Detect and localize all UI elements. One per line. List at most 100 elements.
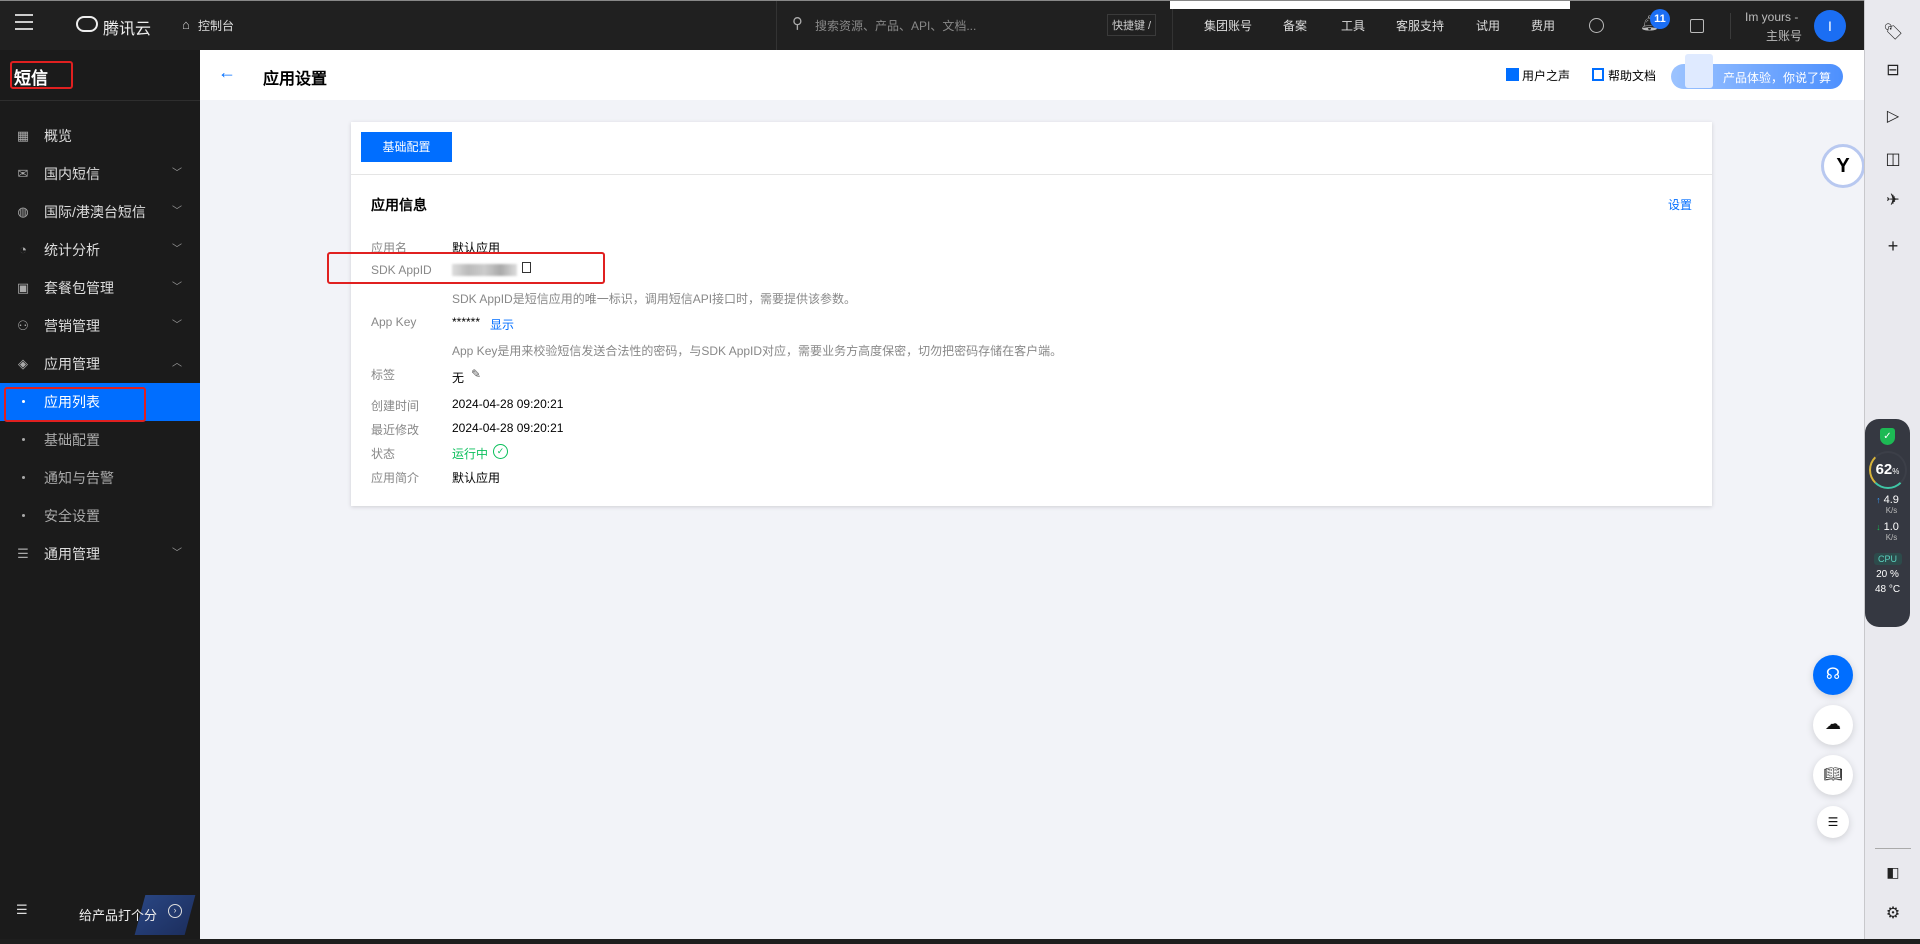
toolbox-icon[interactable]: ⊟: [1883, 60, 1903, 80]
back-arrow-icon[interactable]: ←: [218, 62, 236, 83]
sidebar-item-statistics[interactable]: ◔ 统计分析 ﹀: [0, 231, 200, 269]
globe-icon: ◍: [17, 204, 29, 219]
arrow-right-circle-icon[interactable]: ›: [168, 904, 182, 918]
highlight-box: [4, 387, 146, 422]
assistant-logo-icon[interactable]: Y: [1821, 144, 1865, 188]
created-label: 创建时间: [371, 399, 420, 413]
section-title: 应用信息: [371, 197, 427, 213]
console-link[interactable]: 控制台: [198, 17, 234, 34]
avatar[interactable]: I: [1814, 10, 1846, 42]
modified-label: 最近修改: [371, 423, 420, 437]
chevron-down-icon: ﹀: [172, 282, 182, 293]
sidebar-item-international-sms[interactable]: ◍ 国际/港澳台短信 ﹀: [0, 193, 200, 231]
page-title: 应用设置: [263, 71, 328, 88]
send-icon[interactable]: ✈: [1883, 190, 1903, 210]
highlight-box: [327, 252, 605, 284]
app-key-label: App Key: [371, 315, 417, 329]
link-icon[interactable]: [1589, 18, 1604, 33]
promo-button[interactable]: 产品体验，你说了算: [1671, 54, 1843, 89]
tag-label: 标签: [371, 368, 396, 382]
chevron-up-icon: ︿: [172, 358, 182, 369]
notification-badge: 11: [1650, 9, 1670, 29]
app-settings-card: 基础配置 应用信息 设置 应用名 默认应用 SDK AppID SDK AppI…: [327, 122, 1712, 506]
sidebar-subitem-notifications[interactable]: 通知与告警: [0, 459, 200, 497]
nav-filing[interactable]: 备案: [1283, 17, 1307, 34]
sidebar-item-app-management[interactable]: ◈ 应用管理 ︿: [0, 345, 200, 383]
search-icon: ⚲: [792, 15, 803, 32]
user-voice-link[interactable]: 用户之声: [1522, 67, 1570, 84]
sidebar-subitem-security[interactable]: 安全设置: [0, 497, 200, 535]
pie-chart-icon: ◔: [19, 242, 27, 257]
chevron-down-icon: ﹀: [172, 168, 182, 179]
check-circle-icon: ✓: [493, 444, 508, 459]
layers-icon: ◈: [18, 356, 28, 371]
customer-service-button[interactable]: ☊: [1813, 655, 1853, 695]
user-name[interactable]: Im yours -: [1745, 10, 1798, 24]
app-key-hint: App Key是用来校验短信发送合法性的密码，与SDK AppID对应，需要业务…: [452, 344, 1063, 358]
mail-icon: ✉: [17, 166, 29, 181]
package-icon: ▣: [16, 280, 30, 295]
memory-gauge: 62%: [1868, 451, 1907, 489]
system-monitor-widget[interactable]: ✓ 62% ↑ 4.9 K/s ↓ 1.0 K/s CPU 20 % 48 °C: [1865, 419, 1910, 627]
sidebar-item-marketing[interactable]: ⚇ 营销管理 ﹀: [0, 307, 200, 345]
rate-product-link[interactable]: 给产品打个分: [79, 905, 157, 924]
app-key-value: ******: [452, 315, 481, 329]
top-bar: 腾讯云 ⌂ 控制台 ⚲ 搜索资源、产品、API、文档... 快捷键 / 集团账号…: [0, 0, 1864, 51]
edit-pencil-icon[interactable]: ✎: [471, 367, 481, 381]
doc-icon: [1592, 68, 1604, 81]
tab-basic-config[interactable]: 基础配置: [361, 132, 452, 162]
search-input[interactable]: 搜索资源、产品、API、文档...: [815, 17, 976, 34]
show-app-key-link[interactable]: 显示: [490, 316, 514, 333]
shortcut-badge: 快捷键 /: [1107, 14, 1157, 36]
gear-icon[interactable]: ⚙: [1883, 903, 1903, 923]
sidebar-item-overview[interactable]: ▦ 概览: [0, 117, 200, 155]
chevron-down-icon: ﹀: [172, 320, 182, 331]
grid-icon: ▦: [16, 128, 30, 143]
description-label: 应用简介: [371, 471, 420, 485]
sliders-icon: ☰: [17, 546, 29, 561]
cloud-logo-icon: [76, 16, 98, 32]
tag-icon[interactable]: 🏷︎: [1883, 22, 1903, 42]
plus-icon[interactable]: +: [1883, 236, 1903, 256]
chevron-down-icon: ﹀: [172, 548, 182, 559]
sidebar-item-packages[interactable]: ▣ 套餐包管理 ﹀: [0, 269, 200, 307]
nav-billing[interactable]: 费用: [1531, 17, 1555, 34]
status-value: 运行中: [452, 447, 489, 461]
home-icon: ⌂: [182, 17, 190, 32]
chevron-down-icon: ﹀: [172, 244, 182, 255]
sidebar-toggle-icon[interactable]: ◧: [1883, 864, 1903, 884]
created-value: 2024-04-28 09:20:21: [452, 397, 564, 411]
sidebar-item-domestic-sms[interactable]: ✉ 国内短信 ﹀: [0, 155, 200, 193]
users-icon: ⚇: [17, 318, 29, 333]
description-value: 默认应用: [452, 471, 501, 485]
nav-trial[interactable]: 试用: [1476, 17, 1500, 34]
settings-link[interactable]: 设置: [1668, 196, 1692, 213]
sidebar-item-general[interactable]: ☰ 通用管理 ﹀: [0, 535, 200, 573]
user-role: 主账号: [1766, 29, 1803, 43]
nav-support[interactable]: 客服支持: [1396, 17, 1444, 34]
upload-arrow-icon: ↑: [1876, 495, 1881, 505]
nav-group-account[interactable]: 集团账号: [1204, 17, 1252, 34]
outlook-icon[interactable]: ◫: [1883, 149, 1903, 169]
menu-icon[interactable]: [15, 14, 33, 30]
os-taskbar: [0, 939, 1920, 944]
nav-tools[interactable]: 工具: [1341, 17, 1365, 34]
help-docs-link[interactable]: 帮助文档: [1608, 67, 1656, 84]
highlight-box: [10, 61, 73, 89]
brand-logo[interactable]: 腾讯云: [103, 15, 151, 39]
download-arrow-icon: ↓: [1876, 522, 1881, 532]
feedback-icon: [1506, 68, 1519, 81]
collapse-sidebar-icon[interactable]: ☰: [16, 902, 28, 918]
docs-book-button[interactable]: 📖︎: [1813, 755, 1853, 795]
tag-value: 无: [452, 371, 465, 385]
survey-icon: [1685, 54, 1713, 88]
modified-value: 2024-04-28 09:20:21: [452, 421, 564, 435]
workorder-icon[interactable]: [1690, 19, 1704, 33]
sidebar-subitem-basic-config[interactable]: 基础配置: [0, 421, 200, 459]
white-tab-strip: [1170, 1, 1570, 9]
collapse-list-button[interactable]: ☰: [1817, 806, 1849, 838]
cloud-alert-button[interactable]: ☁: [1813, 705, 1853, 745]
play-icon[interactable]: ▷: [1883, 106, 1903, 126]
chevron-down-icon: ﹀: [172, 206, 182, 217]
sidebar: 短信 ▦ 概览 ✉ 国内短信 ﹀ ◍ 国际/港澳台短信 ﹀ ◔ 统计分析 ﹀ ▣ 套餐包管理 ﹀ …: [0, 50, 200, 939]
